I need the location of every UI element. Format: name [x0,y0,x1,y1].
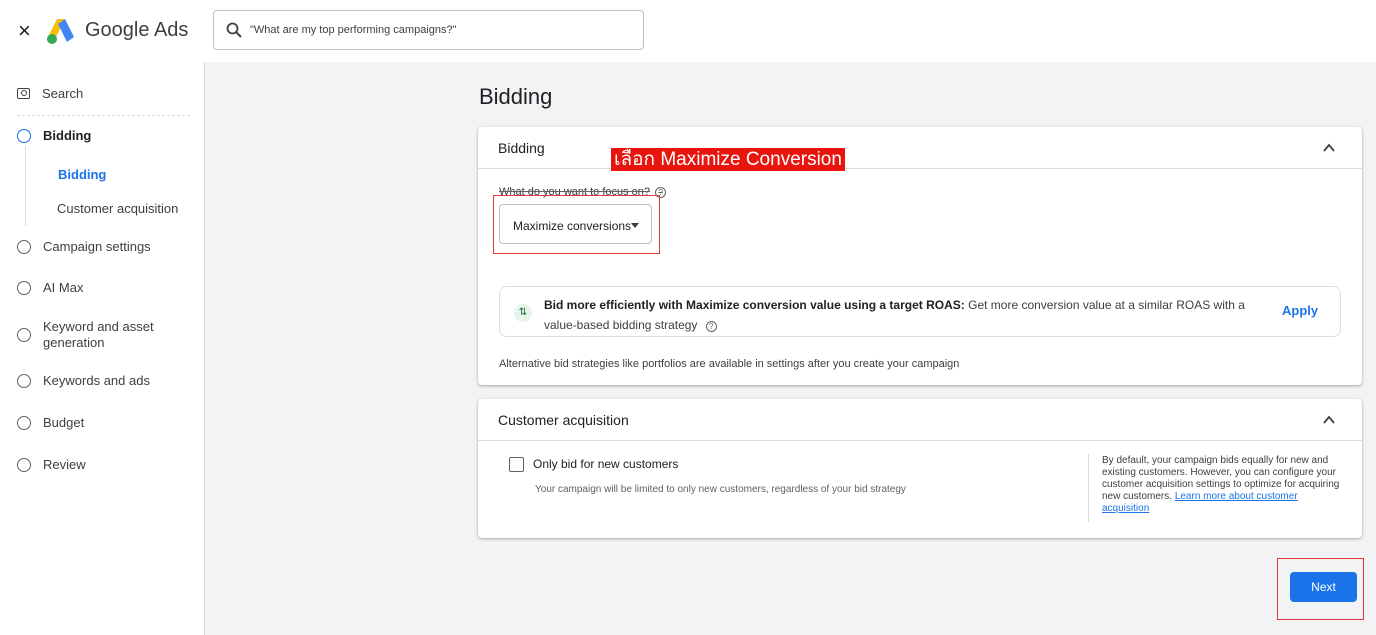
brand-name: Google Ads [85,19,189,41]
customer-card-title: Customer acquisition [498,412,629,428]
focus-label-text: What do you want to focus on? [499,186,651,198]
search-box[interactable] [213,10,644,50]
search-square-icon [17,88,30,99]
step-keyword-asset[interactable]: Keyword and asset generation [17,319,157,351]
step-keywords-ads[interactable]: Keywords and ads [17,373,150,388]
bid-strategy-value: Maximize conversions [513,219,632,233]
vertical-divider [1088,454,1089,522]
help-icon[interactable]: ? [705,321,717,332]
close-icon[interactable]: × [18,18,40,44]
step-ai-max[interactable]: AI Max [17,280,83,295]
step-label: Keyword and asset generation [43,319,154,350]
step-label: AI Max [43,280,84,295]
step-circle-icon [17,128,31,143]
next-button[interactable]: Next [1290,572,1357,602]
step-label: Review [43,457,86,472]
chevron-up-icon[interactable] [1322,413,1336,427]
roas-suggestion: ⇅ Bid more efficiently with Maximize con… [499,286,1341,337]
page-title: Bidding [479,84,553,109]
sidebar-divider [17,115,190,116]
step-label: Bidding [43,128,92,143]
step-circle-icon [17,373,31,388]
help-icon[interactable]: ? [655,186,667,198]
sidebar-search-label: Search [42,86,84,101]
new-customers-label: Only bid for new customers [533,457,679,471]
search-icon [226,22,242,38]
customer-card-header[interactable]: Customer acquisition [478,399,1362,441]
step-review[interactable]: Review [17,457,86,472]
sidebar-search[interactable]: Search [17,86,83,101]
substep-bidding[interactable]: Bidding [58,167,106,182]
sidebar: Search Bidding Bidding Customer acquisit… [0,62,205,635]
step-circle-icon [17,239,31,254]
caret-down-icon [631,223,639,228]
apply-button[interactable]: Apply [1282,303,1318,318]
bidding-card-title: Bidding [498,140,545,156]
search-input[interactable] [250,20,630,40]
step-circle-icon [17,415,31,430]
suggestion-text: Bid more efficiently with Maximize conve… [544,295,1264,335]
chevron-up-icon[interactable] [1322,141,1336,155]
bid-strategy-select[interactable]: Maximize conversions [499,204,652,244]
annotation-label: เลือก Maximize Conversion [611,148,845,171]
step-circle-icon [17,328,31,342]
step-campaign-settings[interactable]: Campaign settings [17,239,151,254]
google-ads-logo [47,19,74,44]
top-bar: × Google Ads [0,0,1376,62]
focus-label: What do you want to focus on? ? [499,186,667,198]
sort-arrows-icon: ⇅ [514,304,532,322]
step-label: Campaign settings [43,239,151,254]
suggestion-bold: Bid more efficiently with Maximize conve… [544,298,965,312]
step-budget[interactable]: Budget [17,415,84,430]
substep-customer-acquisition[interactable]: Customer acquisition [57,201,178,216]
step-circle-icon [17,457,31,472]
substep-line [25,146,26,226]
new-customers-checkbox[interactable] [509,457,524,472]
step-circle-icon [17,280,31,295]
customer-acquisition-info: By default, your campaign bids equally f… [1102,455,1340,515]
alternative-strategies-note: Alternative bid strategies like portfoli… [499,358,960,370]
step-label: Budget [43,415,85,430]
step-bidding[interactable]: Bidding [17,128,91,143]
new-customers-description: Your campaign will be limited to only ne… [535,484,906,495]
step-label: Keywords and ads [43,373,150,388]
